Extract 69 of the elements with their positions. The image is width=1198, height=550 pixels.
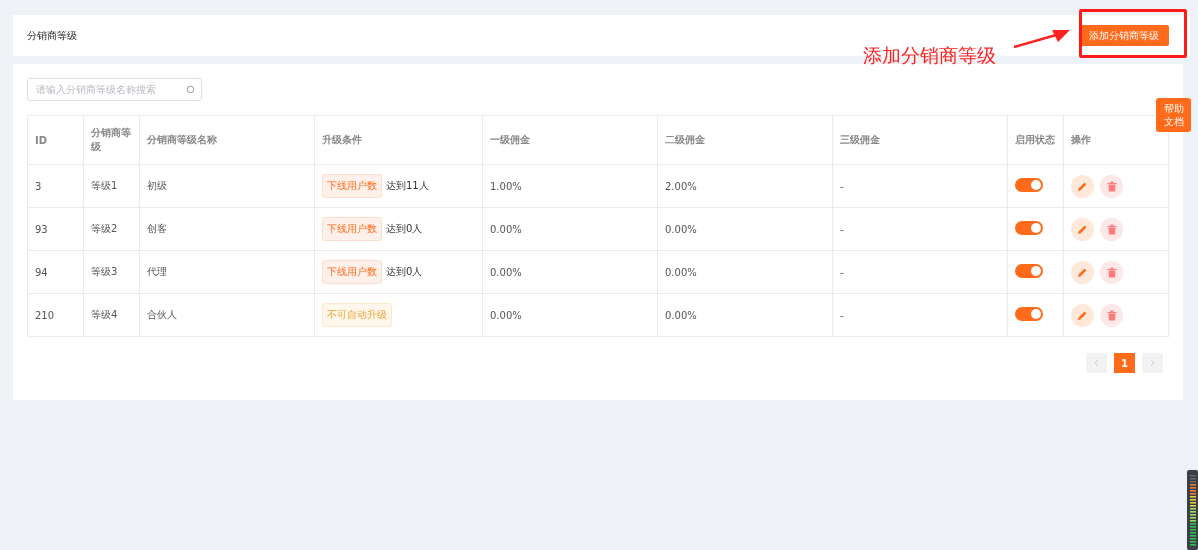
table-cell: 等级4	[83, 293, 140, 337]
edit-button[interactable]	[1071, 174, 1094, 198]
pencil-icon	[1077, 309, 1088, 321]
table-cell: 初级	[139, 164, 315, 208]
page-title: 分销商等级	[27, 28, 77, 43]
table-cell: 0.00%	[657, 207, 833, 251]
table-cell: 0.00%	[482, 293, 658, 337]
pencil-icon	[1077, 180, 1088, 192]
table-cell: -	[832, 207, 1008, 251]
table-cell: 等级3	[83, 250, 140, 294]
delete-button[interactable]	[1100, 174, 1123, 198]
condition-text: 达到0人	[386, 265, 423, 279]
trash-icon	[1106, 309, 1117, 321]
status-toggle[interactable]	[1015, 178, 1043, 192]
column-header: 分销商等级名称	[139, 115, 315, 165]
status-toggle[interactable]	[1015, 221, 1043, 235]
delete-button[interactable]	[1100, 303, 1123, 327]
edit-button[interactable]	[1071, 217, 1094, 241]
search-icon	[186, 85, 195, 94]
table-cell: 等级1	[83, 164, 140, 208]
table-cell: 2.00%	[657, 164, 833, 208]
delete-button[interactable]	[1100, 217, 1123, 241]
status-toggle[interactable]	[1015, 307, 1043, 321]
condition-tag: 下线用户数	[322, 174, 382, 198]
column-header: 一级佣金	[482, 115, 658, 165]
table-cell: 1.00%	[482, 164, 658, 208]
table-cell: 210	[27, 293, 84, 337]
table-cell: 创客	[139, 207, 315, 251]
condition-text: 达到0人	[386, 222, 423, 236]
trash-icon	[1106, 266, 1117, 278]
search-field[interactable]: 请输入分销商等级名称搜索	[27, 78, 202, 101]
condition-tag: 下线用户数	[322, 217, 382, 241]
column-header: 分销商等级	[83, 115, 140, 165]
delete-button[interactable]	[1100, 260, 1123, 284]
column-header: 二级佣金	[657, 115, 833, 165]
table-cell: 3	[27, 164, 84, 208]
help-docs-button[interactable]: 帮助 文档	[1156, 98, 1191, 132]
column-header: 启用状态	[1007, 115, 1064, 165]
edit-button[interactable]	[1071, 303, 1094, 327]
pencil-icon	[1077, 223, 1088, 235]
status-toggle[interactable]	[1015, 264, 1043, 278]
column-header: 三级佣金	[832, 115, 1008, 165]
chevron-right-icon	[1150, 359, 1155, 367]
table-cell: -	[832, 250, 1008, 294]
annotation-arrow	[1013, 30, 1070, 49]
annotation-text: 添加分销商等级	[863, 43, 996, 68]
table-cell: 94	[27, 250, 84, 294]
table-cell: 合伙人	[139, 293, 315, 337]
table-cell: 等级2	[83, 207, 140, 251]
trash-icon	[1106, 180, 1117, 192]
chevron-left-icon	[1094, 359, 1099, 367]
pencil-icon	[1077, 266, 1088, 278]
condition-tag: 不可自动升级	[322, 303, 392, 327]
edit-button[interactable]	[1071, 260, 1094, 284]
table-cell: 0.00%	[482, 207, 658, 251]
table-cell: 0.00%	[482, 250, 658, 294]
page-button[interactable]: 1	[1114, 353, 1135, 373]
trash-icon	[1106, 223, 1117, 235]
condition-tag: 下线用户数	[322, 260, 382, 284]
column-header: 升级条件	[314, 115, 483, 165]
column-header: ID	[27, 115, 84, 165]
table-cell: -	[832, 164, 1008, 208]
condition-text: 达到11人	[386, 179, 429, 193]
table-cell: 93	[27, 207, 84, 251]
add-level-button[interactable]: 添加分销商等级	[1079, 25, 1169, 46]
table-cell: -	[832, 293, 1008, 337]
table-cell: 代理	[139, 250, 315, 294]
table-cell: 0.00%	[657, 293, 833, 337]
table-cell: 0.00%	[657, 250, 833, 294]
